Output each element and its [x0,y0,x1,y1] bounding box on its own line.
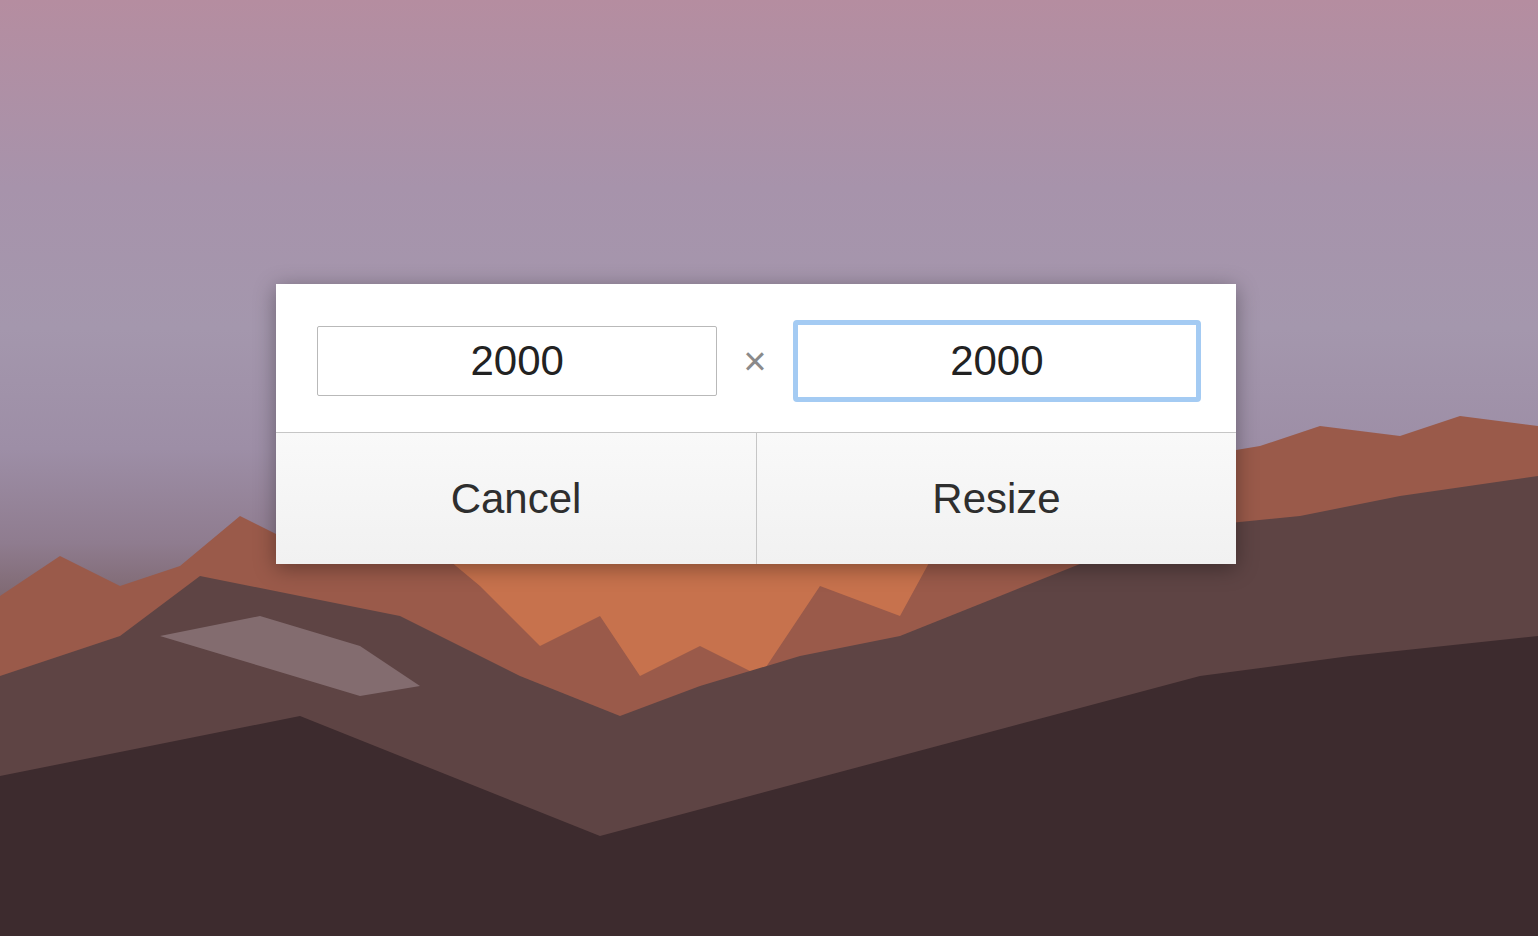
height-field[interactable] [793,320,1201,402]
width-field[interactable] [317,326,717,396]
desktop-wallpaper: × CancelResize [0,0,1538,936]
resize-button[interactable]: Resize [756,433,1236,564]
size-fields: × [276,284,1236,432]
cancel-button[interactable]: Cancel [276,433,756,564]
dialog-buttons: CancelResize [276,432,1236,564]
times-separator: × [743,341,766,381]
resize-dialog: × CancelResize [276,284,1236,564]
